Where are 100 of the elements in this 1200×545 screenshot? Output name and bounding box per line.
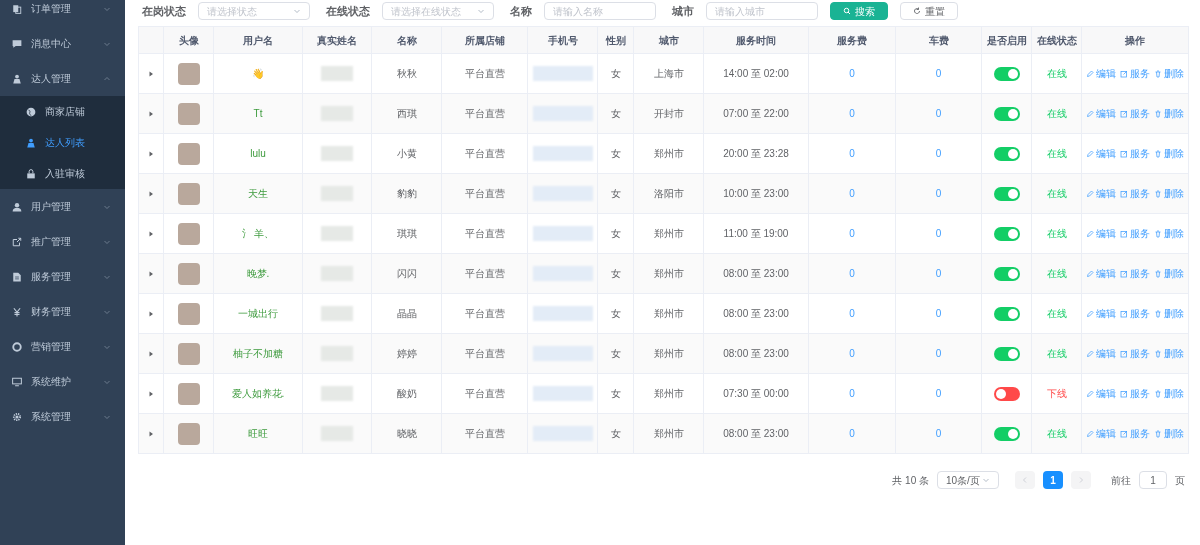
service-fee-text: 0 (849, 228, 855, 239)
page-size-select[interactable]: 10条/页 (937, 471, 999, 489)
edit-link[interactable]: 编辑 (1086, 186, 1116, 201)
delete-link[interactable]: 删除 (1154, 346, 1184, 361)
edit-icon (1086, 269, 1094, 278)
store-text: 平台直营 (464, 388, 505, 399)
service-time-text: 20:00 至 23:28 (723, 148, 789, 159)
column-header: 头像 (163, 26, 214, 54)
column-header: 车费 (895, 26, 982, 54)
service-link[interactable]: 服务 (1120, 306, 1150, 321)
next-page-button[interactable] (1071, 471, 1091, 489)
page-input[interactable]: 1 (1139, 471, 1167, 489)
toggle-switch[interactable] (993, 187, 1020, 202)
service-link[interactable]: 服务 (1120, 66, 1150, 81)
toggle-switch[interactable] (993, 67, 1020, 82)
username: 晚梦. (246, 268, 270, 279)
toggle-switch[interactable] (993, 147, 1020, 162)
store-text: 平台直营 (464, 308, 505, 319)
sidebar-subitem[interactable]: 商家店铺 (0, 96, 125, 127)
service-fee-text: 0 (849, 388, 855, 399)
delete-link[interactable]: 删除 (1154, 226, 1184, 241)
sidebar-item[interactable]: 达人管理 (0, 61, 125, 96)
service-link[interactable]: 服务 (1120, 186, 1150, 201)
delete-link[interactable]: 删除 (1154, 266, 1184, 281)
delete-link[interactable]: 删除 (1154, 146, 1184, 161)
delete-link[interactable]: 删除 (1154, 426, 1184, 441)
sidebar-subitem[interactable]: 达人列表 (0, 127, 125, 158)
username: 一城出行 (238, 308, 278, 319)
service-link[interactable]: 服务 (1120, 346, 1150, 361)
toggle-switch[interactable] (993, 107, 1020, 122)
toggle-switch[interactable] (993, 427, 1020, 442)
username: 氵 羊、 (241, 228, 275, 239)
status-text: 在线 (1046, 428, 1067, 439)
search-button[interactable]: 搜索 (830, 2, 888, 20)
car-fee-text: 0 (935, 428, 942, 439)
edit-icon (1086, 149, 1094, 158)
column-header: 性别 (597, 26, 634, 54)
sidebar-item[interactable]: 服务管理 (0, 259, 125, 294)
chevron-icon (293, 7, 301, 15)
document-icon (12, 271, 22, 282)
username: 爱人如养花. (231, 388, 285, 399)
sidebar-item[interactable]: 财务管理 (0, 294, 125, 329)
service-time-text: 10:00 至 23:00 (723, 188, 789, 199)
expand-arrow-icon (147, 150, 155, 159)
status-text: 在线 (1046, 108, 1067, 119)
blurred-text (321, 226, 353, 242)
delete-link[interactable]: 删除 (1154, 66, 1184, 81)
service-link[interactable]: 服务 (1120, 426, 1150, 441)
person-icon (26, 137, 36, 148)
filter-label: 城市 (672, 3, 694, 19)
delete-link[interactable]: 删除 (1154, 106, 1184, 121)
edit-link[interactable]: 编辑 (1086, 66, 1116, 81)
trash-icon (1154, 149, 1162, 158)
edit-box-icon (1120, 429, 1128, 438)
edit-link[interactable]: 编辑 (1086, 306, 1116, 321)
name-text: 秋秋 (396, 68, 417, 79)
page-button[interactable]: 1 (1043, 471, 1063, 489)
edit-link[interactable]: 编辑 (1086, 226, 1116, 241)
gender-text: 女 (610, 188, 621, 199)
toggle-switch[interactable] (993, 387, 1020, 402)
reset-button[interactable]: 重置 (900, 2, 958, 20)
delete-link[interactable]: 删除 (1154, 186, 1184, 201)
trash-icon (1154, 229, 1162, 238)
sidebar-item[interactable]: 系统管理 (0, 399, 125, 434)
sidebar-item[interactable]: 营销管理 (0, 329, 125, 364)
edit-link[interactable]: 编辑 (1086, 266, 1116, 281)
sidebar-item[interactable]: 用户管理 (0, 189, 125, 224)
status-text: 在线 (1046, 308, 1067, 319)
sidebar-item[interactable]: 系统维护 (0, 364, 125, 399)
delete-link[interactable]: 删除 (1154, 306, 1184, 321)
blurred-text (532, 66, 593, 82)
chevron-icon (477, 7, 485, 15)
sidebar-item[interactable]: 推广管理 (0, 224, 125, 259)
edit-link[interactable]: 编辑 (1086, 106, 1116, 121)
service-link[interactable]: 服务 (1120, 386, 1150, 401)
prev-page-button[interactable] (1015, 471, 1035, 489)
service-link[interactable]: 服务 (1120, 226, 1150, 241)
toggle-switch[interactable] (993, 227, 1020, 242)
user-icon (12, 201, 22, 212)
chevron-icon (982, 476, 990, 484)
service-link[interactable]: 服务 (1120, 266, 1150, 281)
edit-box-icon (1120, 229, 1128, 238)
toggle-switch[interactable] (993, 307, 1020, 322)
service-link[interactable]: 服务 (1120, 106, 1150, 121)
edit-link[interactable]: 编辑 (1086, 426, 1116, 441)
photo-placeholder (177, 182, 200, 205)
name-text: 晓晓 (396, 428, 417, 439)
edit-link[interactable]: 编辑 (1086, 346, 1116, 361)
blurred-text (532, 386, 593, 402)
sidebar-subitem[interactable]: 入驻审核 (0, 158, 125, 189)
sidebar-item[interactable]: 订单管理 (0, 0, 125, 26)
toggle-switch[interactable] (993, 347, 1020, 362)
toggle-switch[interactable] (993, 267, 1020, 282)
edit-link[interactable]: 编辑 (1086, 146, 1116, 161)
status-text: 在线 (1046, 148, 1067, 159)
edit-link[interactable]: 编辑 (1086, 386, 1116, 401)
city-text: 郑州市 (653, 308, 684, 319)
delete-link[interactable]: 删除 (1154, 386, 1184, 401)
service-link[interactable]: 服务 (1120, 146, 1150, 161)
sidebar-item[interactable]: 消息中心 (0, 26, 125, 61)
